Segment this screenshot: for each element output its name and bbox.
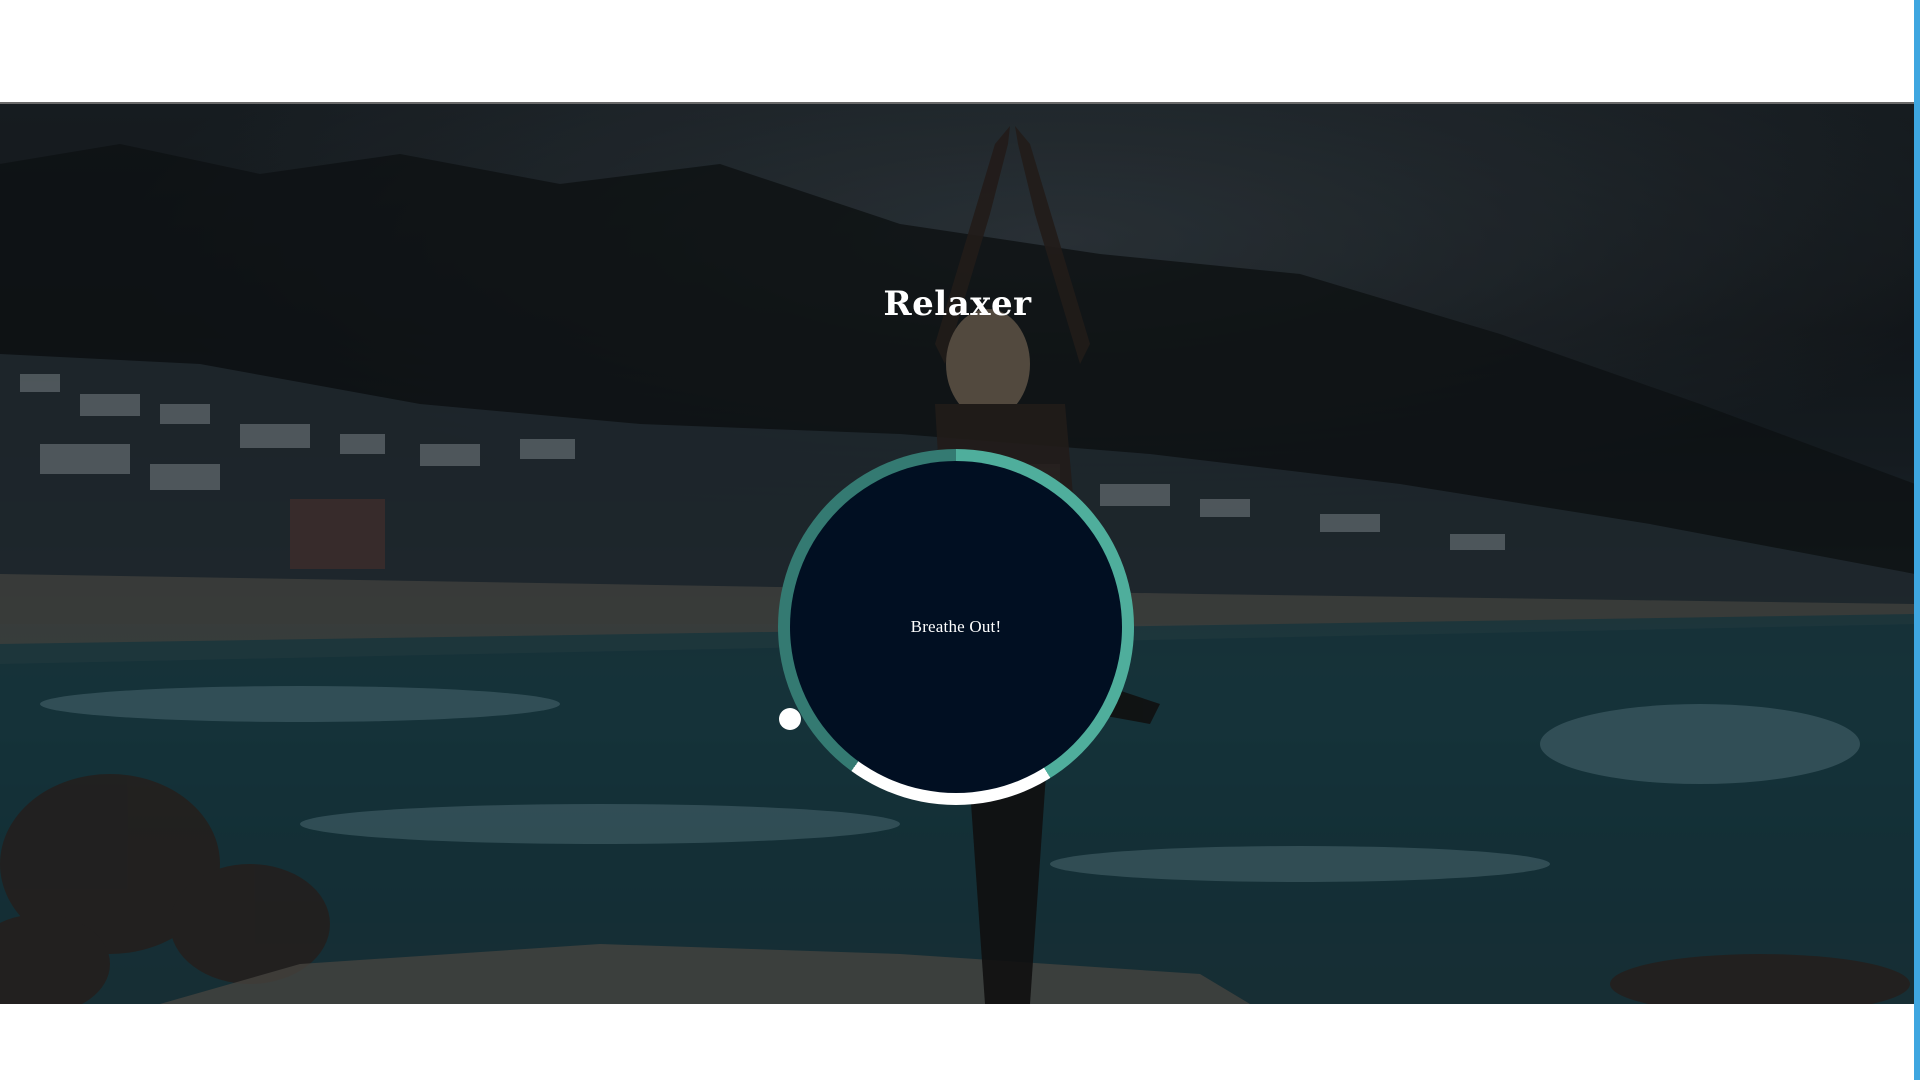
page: Relaxer Breathe Out! (0, 0, 1920, 1080)
breathing-pointer-dot (778, 708, 801, 731)
pointer-orbit (778, 449, 1134, 805)
app-title: Relaxer (883, 284, 1032, 324)
breathing-container: Breathe Out! (778, 449, 1134, 805)
scrollbar-accent[interactable] (1914, 0, 1920, 1080)
